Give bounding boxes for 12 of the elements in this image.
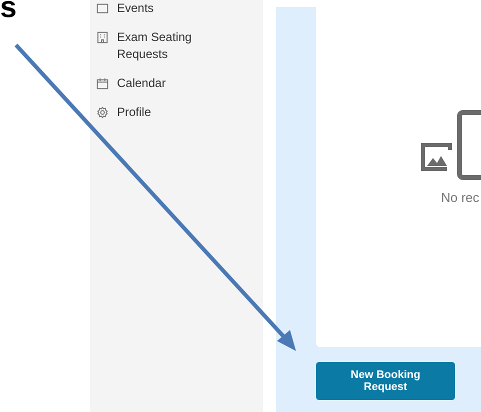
calendar-icon [96,77,109,90]
sidebar-item[interactable]: Calendar [90,75,263,92]
image-icon [420,142,454,172]
sidebar-item[interactable]: Profile [90,104,263,121]
sidebar-item[interactable]: Exam Seating Requests [90,29,263,63]
document-icon [457,110,481,180]
empty-message: No rec [441,190,480,205]
new-booking-button[interactable]: New Booking Request [316,362,455,400]
annotation-text: s [0,0,18,20]
settings-icon [96,106,109,119]
sidebar-item[interactable]: Events [90,0,263,17]
building-icon [96,31,109,44]
